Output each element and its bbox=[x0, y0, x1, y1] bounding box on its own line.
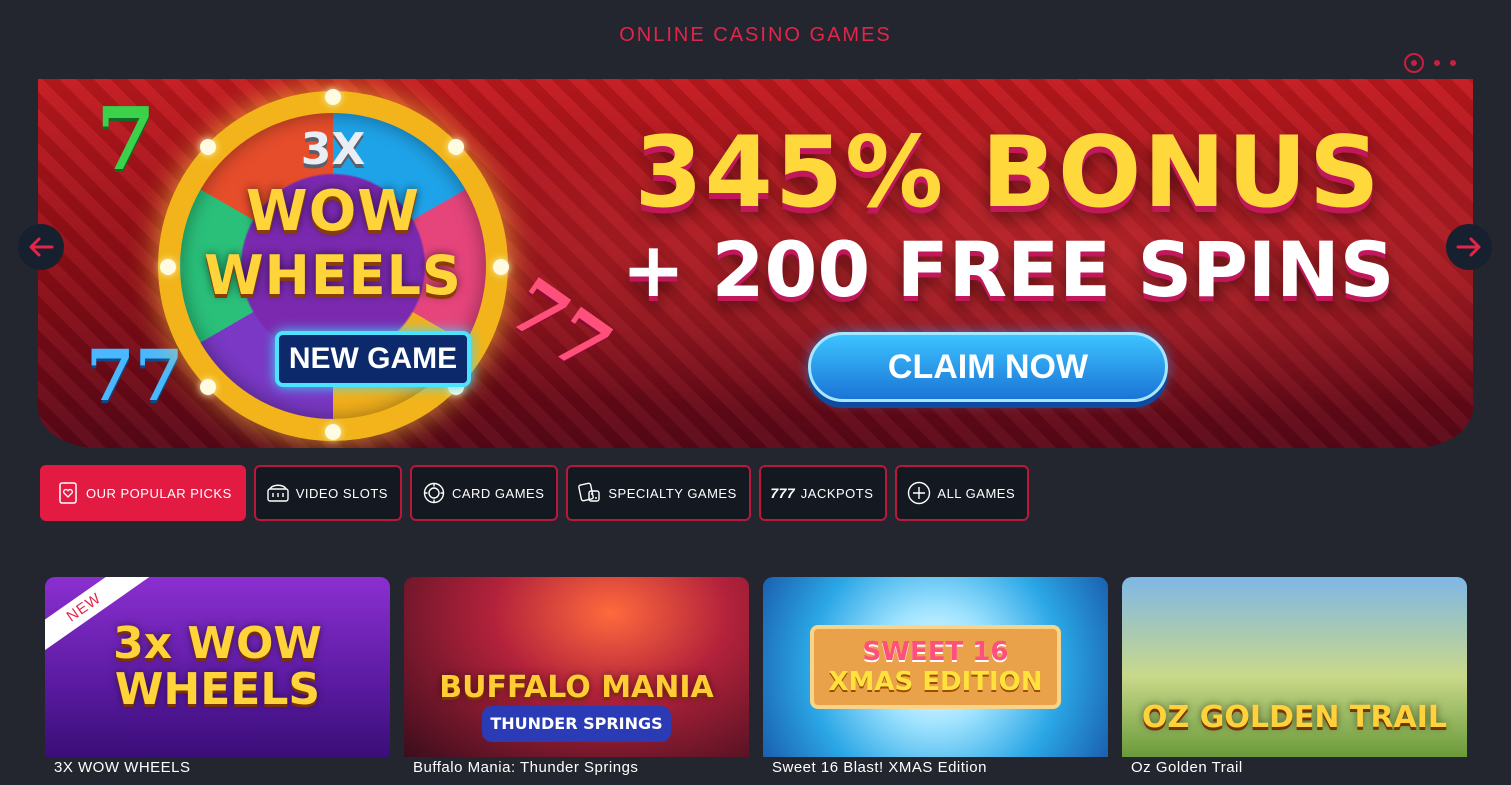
bonus-headline: 345% BONUS bbox=[634, 116, 1382, 230]
logo-line-3: WHEELS bbox=[204, 244, 462, 307]
game-art-title: BUFFALO MANIA bbox=[439, 670, 714, 705]
filter-specialty-games[interactable]: SPECIALTY GAMES bbox=[566, 465, 751, 521]
game-card[interactable]: BUFFALO MANIA THUNDER SPRINGS Buffalo Ma… bbox=[404, 577, 749, 776]
filter-label: JACKPOTS bbox=[800, 485, 874, 501]
wow-wheels-logo: 3X WOW WHEELS bbox=[183, 124, 483, 307]
carousel-pagination bbox=[1404, 53, 1456, 73]
filter-label: ALL GAMES bbox=[937, 485, 1016, 501]
bulb-decoration bbox=[325, 424, 341, 440]
filter-label: CARD GAMES bbox=[451, 485, 545, 501]
game-card[interactable]: NEW 3x WOW WHEELS 3X WOW WHEELS bbox=[45, 577, 390, 776]
filter-card-games[interactable]: CARD GAMES bbox=[409, 465, 559, 521]
game-title[interactable]: Oz Golden Trail bbox=[1122, 759, 1467, 776]
arrow-left-icon bbox=[29, 237, 54, 257]
bulb-decoration bbox=[325, 89, 341, 105]
filter-jackpots[interactable]: 777 JACKPOTS bbox=[758, 465, 888, 521]
game-art-title: 3x WOW WHEELS bbox=[113, 618, 322, 715]
page-title: ONLINE CASINO GAMES bbox=[619, 24, 892, 46]
game-title[interactable]: 3X WOW WHEELS bbox=[45, 759, 390, 776]
promo-headline: 345% BONUS + 200 FREE SPINS bbox=[558, 119, 1458, 313]
game-thumbnail[interactable]: BUFFALO MANIA THUNDER SPRINGS bbox=[404, 577, 749, 757]
sevens-icon: 777 bbox=[770, 485, 796, 501]
bulb-decoration bbox=[200, 379, 216, 395]
dice-cards-icon bbox=[578, 481, 602, 505]
game-art-subtitle: THUNDER SPRINGS bbox=[482, 706, 671, 742]
bulb-decoration bbox=[493, 259, 509, 275]
poker-chip-icon bbox=[422, 481, 446, 505]
carousel-dot-3[interactable] bbox=[1450, 60, 1456, 66]
game-thumbnail[interactable]: SWEET 16 XMAS EDITION bbox=[763, 577, 1108, 757]
slot-machine-icon bbox=[266, 481, 290, 505]
plus-circle-icon bbox=[907, 481, 931, 505]
game-card[interactable]: SWEET 16 XMAS EDITION Sweet 16 Blast! XM… bbox=[763, 577, 1108, 776]
game-category-filters: OUR POPULAR PICKS VIDEO SLOTS CARD GAMES… bbox=[40, 465, 1030, 521]
bulb-decoration bbox=[160, 259, 176, 275]
game-art-title: SWEET 16 bbox=[862, 637, 1009, 667]
blue-sevens-art: 77 bbox=[86, 334, 184, 417]
arrow-right-icon bbox=[1456, 237, 1481, 257]
carousel-dot-1[interactable] bbox=[1404, 53, 1424, 73]
game-art-subtitle: XMAS EDITION bbox=[828, 667, 1043, 697]
heart-card-icon bbox=[56, 481, 80, 505]
game-card[interactable]: OZ GOLDEN TRAIL Oz Golden Trail bbox=[1122, 577, 1467, 776]
logo-line-1: 3X bbox=[300, 124, 366, 175]
filter-all-games[interactable]: ALL GAMES bbox=[895, 465, 1030, 521]
game-thumbnail[interactable]: NEW 3x WOW WHEELS bbox=[45, 577, 390, 757]
game-art-title: OZ GOLDEN TRAIL bbox=[1142, 699, 1447, 735]
filter-label: SPECIALTY GAMES bbox=[608, 485, 737, 501]
game-title[interactable]: Sweet 16 Blast! XMAS Edition bbox=[763, 759, 1108, 776]
claim-now-button[interactable]: CLAIM NOW bbox=[808, 332, 1168, 402]
filter-popular-picks[interactable]: OUR POPULAR PICKS bbox=[40, 465, 246, 521]
free-spins-headline: + 200 FREE SPINS bbox=[621, 225, 1395, 314]
promo-banner[interactable]: 7 77 77 3X WOW WHEELS NEW GAME 345% BONU… bbox=[38, 79, 1473, 448]
carousel-next-button[interactable] bbox=[1446, 224, 1492, 270]
green-seven-art: 7 bbox=[96, 89, 156, 190]
game-grid: NEW 3x WOW WHEELS 3X WOW WHEELS BUFFALO … bbox=[45, 577, 1467, 776]
game-art: BUFFALO MANIA THUNDER SPRINGS bbox=[439, 672, 714, 742]
filter-video-slots[interactable]: VIDEO SLOTS bbox=[253, 465, 402, 521]
new-game-tag: NEW GAME bbox=[275, 331, 471, 387]
carousel-dot-2[interactable] bbox=[1434, 60, 1440, 66]
filter-label: OUR POPULAR PICKS bbox=[86, 485, 232, 501]
filter-label: VIDEO SLOTS bbox=[295, 485, 388, 501]
game-art: SWEET 16 XMAS EDITION bbox=[810, 625, 1061, 709]
logo-line-2: WOW bbox=[245, 179, 421, 244]
game-title[interactable]: Buffalo Mania: Thunder Springs bbox=[404, 759, 749, 776]
game-thumbnail[interactable]: OZ GOLDEN TRAIL bbox=[1122, 577, 1467, 757]
carousel-prev-button[interactable] bbox=[18, 224, 64, 270]
